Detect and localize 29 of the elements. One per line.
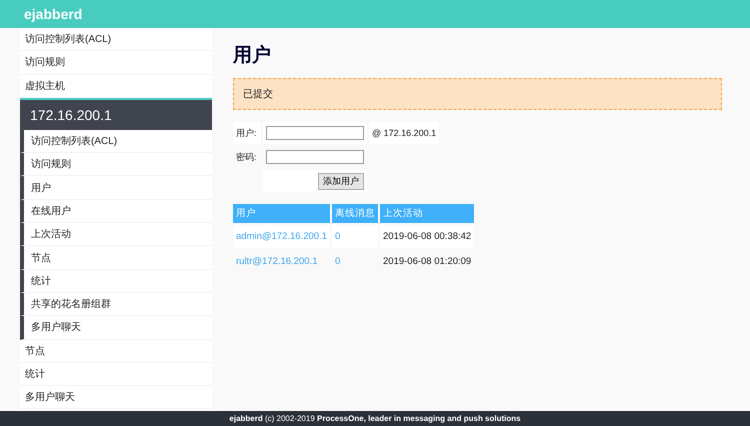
sidebar-subitem[interactable]: 上次活动 bbox=[20, 223, 212, 246]
sidebar-subitem[interactable]: 多用户聊天 bbox=[20, 316, 212, 340]
sidebar-subitem[interactable]: 共享的花名册组群 bbox=[20, 292, 212, 316]
sidebar-subitem[interactable]: 统计 bbox=[20, 270, 212, 293]
sidebar-subitem[interactable]: 访问控制列表(ACL) bbox=[20, 130, 212, 154]
field-label: 用户: bbox=[233, 122, 261, 144]
sidebar-item[interactable]: 统计 bbox=[20, 362, 212, 386]
column-header: 上次活动 bbox=[380, 204, 474, 223]
table-cell: 2019-06-08 00:38:42 bbox=[380, 225, 474, 248]
username-field[interactable] bbox=[266, 126, 364, 140]
field-label: 密码: bbox=[235, 150, 258, 164]
sidebar-item[interactable]: 访问规则 bbox=[20, 51, 212, 75]
sidebar-item[interactable]: 节点 bbox=[20, 340, 212, 363]
sidebar-item[interactable]: 多用户聊天 bbox=[20, 386, 212, 410]
footer-text: ejabberd (c) 2002-2019 ProcessOne, leader in messaging and push solutions bbox=[229, 414, 521, 423]
host-header: 172.16.200.1 bbox=[20, 98, 212, 130]
domain-label: @ 172.16.200.1 bbox=[369, 122, 440, 144]
notice-banner: 已提交 bbox=[233, 78, 722, 110]
add-user-button[interactable]: 添加用户 bbox=[318, 172, 364, 190]
column-header: 用户 bbox=[233, 204, 330, 223]
sidebar-subitem[interactable]: 访问规则 bbox=[20, 153, 212, 176]
sidebar-subitem[interactable]: 节点 bbox=[20, 246, 212, 270]
sidebar-subitem[interactable]: 用户 bbox=[20, 176, 212, 200]
sidebar-item[interactable]: 访问控制列表(ACL) bbox=[20, 28, 212, 52]
page-title: 用户 bbox=[233, 44, 272, 68]
password-field[interactable] bbox=[266, 150, 364, 164]
table-cell-text: 2019-06-08 01:20:09 bbox=[382, 255, 472, 269]
column-header: 离线消息 bbox=[332, 204, 378, 223]
sidebar-subitem[interactable]: 在线用户 bbox=[20, 200, 212, 224]
